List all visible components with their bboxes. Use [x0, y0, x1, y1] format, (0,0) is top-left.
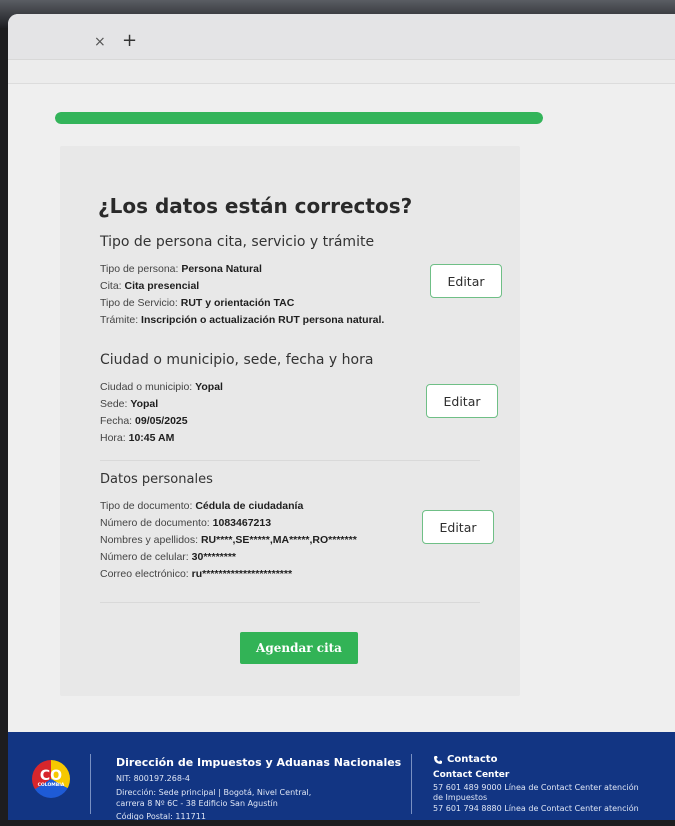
field-value: 10:45 AM	[128, 432, 175, 444]
section-title-tipo: Tipo de persona cita, servicio y trámite	[100, 234, 375, 250]
progress-bar	[55, 112, 543, 124]
footer-address-line-1: Dirección: Sede principal | Bogotá, Nive…	[116, 788, 312, 797]
section-title-personales: Datos personales	[100, 472, 213, 487]
footer-address-line-2: carrera 8 Nº 6C - 38 Edificio San Agustí…	[116, 799, 278, 808]
field-value: Persona Natural	[181, 263, 262, 275]
field-label: Nombres y apellidos:	[100, 534, 199, 546]
logo-subtext: COLOMBIA	[37, 783, 65, 788]
field-label: Hora:	[100, 432, 126, 444]
logo-text: CO	[39, 768, 63, 784]
field-value: Cédula de ciudadanía	[195, 500, 304, 512]
field-fecha: Fecha: 09/05/2025	[100, 415, 188, 427]
field-nombres: Nombres y apellidos: RU****,SE*****,MA**…	[100, 534, 357, 546]
footer-phone-2[interactable]: 57 601 794 8880 Línea de Contact Center …	[433, 804, 639, 813]
colombia-logo: CO COLOMBIA	[32, 760, 70, 798]
agendar-cita-button[interactable]: Agendar cita	[240, 632, 358, 664]
field-ciudad: Ciudad o municipio: Yopal	[100, 381, 223, 393]
field-value: RUT y orientación TAC	[180, 297, 295, 309]
field-value: ru**********************	[191, 568, 293, 580]
field-value: Yopal	[195, 381, 223, 393]
field-label: Tipo de Servicio:	[100, 297, 178, 309]
page-title: ¿Los datos están correctos?	[98, 194, 413, 218]
browser-window: × + ¿Los datos están correctos? Tipo de …	[8, 14, 675, 820]
section-title-ciudad: Ciudad o municipio, sede, fecha y hora	[100, 352, 374, 368]
field-value: Yopal	[130, 398, 159, 410]
field-cita: Cita: Cita presencial	[100, 280, 199, 292]
footer-phone-1-sub: de Impuestos	[433, 793, 488, 802]
edit-personales-button[interactable]: Editar	[422, 510, 494, 544]
footer-nit: NIT: 800197.268-4	[116, 774, 190, 783]
field-celular: Número de celular: 30********	[100, 551, 236, 563]
field-label: Fecha:	[100, 415, 133, 427]
close-tab-icon[interactable]: ×	[94, 34, 106, 50]
field-label: Tipo de persona:	[100, 263, 179, 275]
field-value: 1083467213	[212, 517, 272, 529]
field-value: RU****,SE*****,MA*****,RO*******	[200, 534, 357, 546]
field-value: 09/05/2025	[135, 415, 188, 427]
page-content: ¿Los datos están correctos? Tipo de pers…	[8, 84, 675, 732]
field-label: Número de documento:	[100, 517, 210, 529]
field-value: Cita presencial	[124, 280, 200, 292]
field-label: Ciudad o municipio:	[100, 381, 193, 393]
footer-contact-center: Contact Center	[433, 770, 510, 780]
field-hora: Hora: 10:45 AM	[100, 432, 174, 444]
field-tipo-persona: Tipo de persona: Persona Natural	[100, 263, 262, 275]
footer-postal-code: Código Postal: 111711	[116, 812, 206, 820]
field-correo: Correo electrónico: ru******************…	[100, 568, 292, 580]
field-label: Correo electrónico:	[100, 568, 189, 580]
field-label: Tipo de documento:	[100, 500, 193, 512]
footer-org-name: Dirección de Impuestos y Aduanas Naciona…	[116, 756, 402, 769]
field-label: Número de celular:	[100, 551, 189, 563]
field-label: Trámite:	[100, 314, 139, 326]
phone-icon	[434, 755, 442, 764]
browser-toolbar	[8, 60, 675, 84]
section-divider	[100, 460, 480, 461]
contact-title-text: Contacto	[447, 754, 498, 765]
new-tab-icon[interactable]: +	[122, 30, 137, 51]
section-divider	[100, 602, 480, 603]
field-tramite: Trámite: Inscripción o actualización RUT…	[100, 314, 384, 326]
field-tipo-servicio: Tipo de Servicio: RUT y orientación TAC	[100, 297, 294, 309]
field-label: Sede:	[100, 398, 128, 410]
tab-bar: × +	[8, 14, 675, 60]
field-value: Inscripción o actualización RUT persona …	[141, 314, 385, 326]
footer-contact-title: Contacto	[433, 754, 497, 765]
footer-divider	[90, 754, 91, 814]
confirmation-card: ¿Los datos están correctos? Tipo de pers…	[60, 146, 520, 696]
field-sede: Sede: Yopal	[100, 398, 158, 410]
site-footer: CO COLOMBIA Dirección de Impuestos y Adu…	[8, 732, 675, 820]
field-tipo-documento: Tipo de documento: Cédula de ciudadanía	[100, 500, 303, 512]
field-value: 30********	[191, 551, 237, 563]
field-numero-documento: Número de documento: 1083467213	[100, 517, 271, 529]
progress-bar-fill	[55, 112, 543, 124]
edit-ciudad-button[interactable]: Editar	[426, 384, 498, 418]
field-label: Cita:	[100, 280, 122, 292]
footer-phone-1[interactable]: 57 601 489 9000 Línea de Contact Center …	[433, 783, 639, 792]
edit-tipo-button[interactable]: Editar	[430, 264, 502, 298]
footer-divider	[411, 754, 412, 814]
